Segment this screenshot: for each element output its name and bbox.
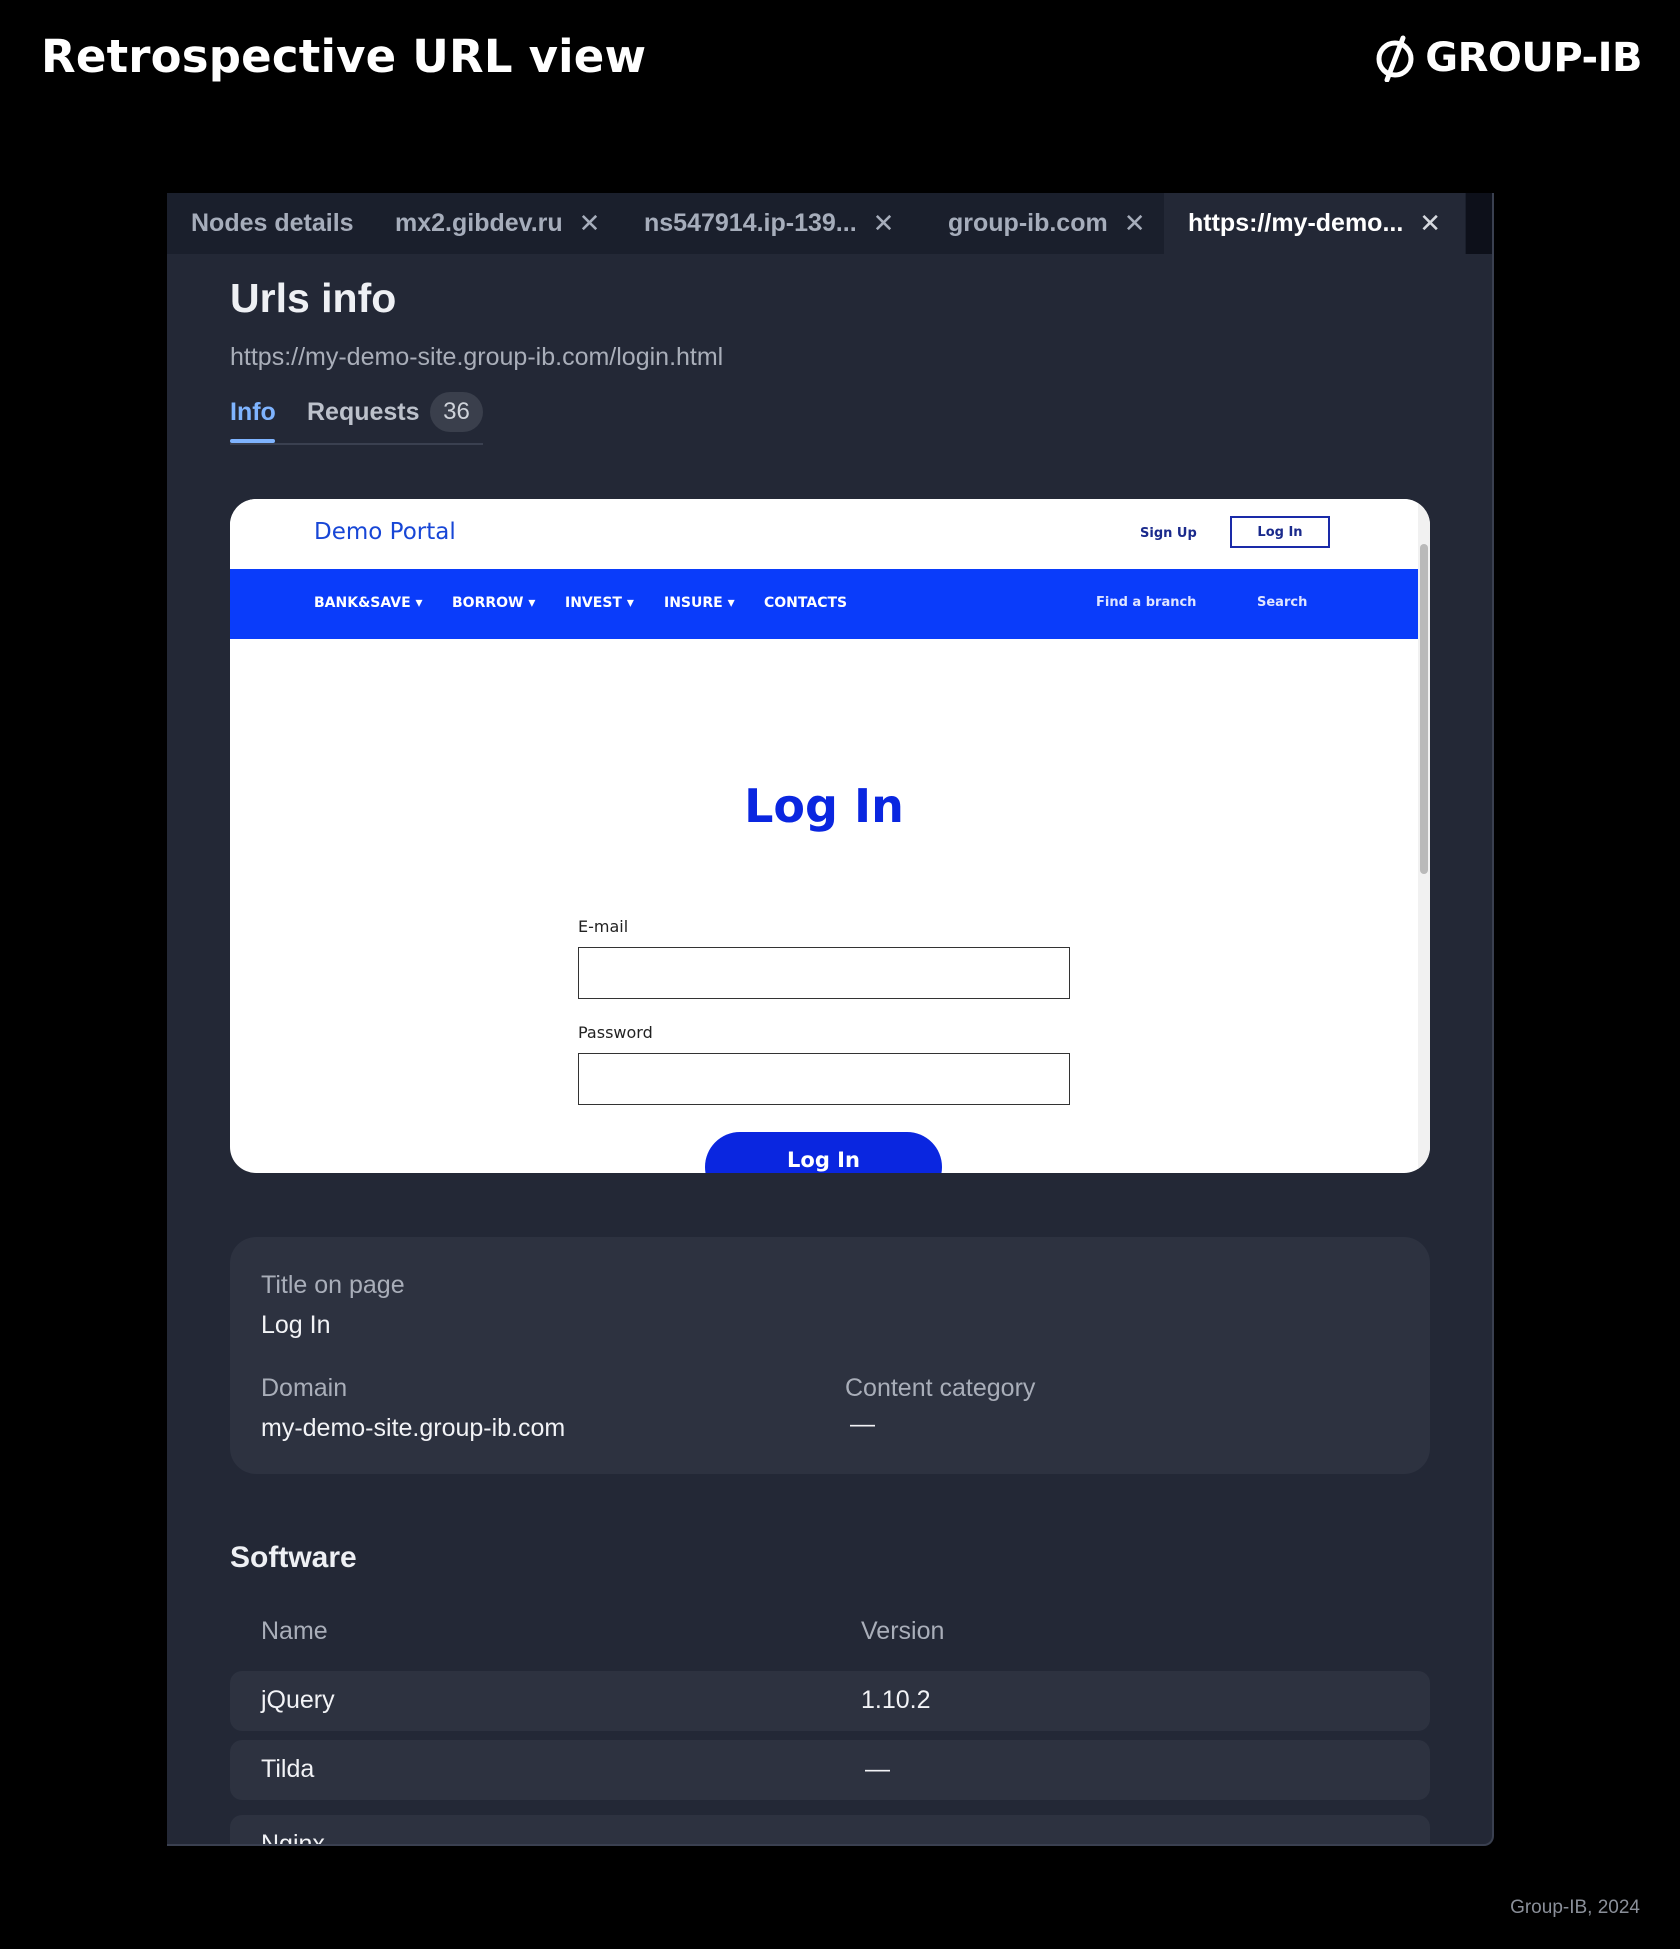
preview-nav-bar: BANK&SAVE ▾ BORROW ▾ INVEST ▾ INSURE ▾ C… <box>230 569 1418 639</box>
table-row[interactable]: jQuery 1.10.2 <box>230 1671 1430 1731</box>
preview-email-label: E-mail <box>578 917 629 936</box>
close-icon[interactable]: ✕ <box>873 208 895 239</box>
urls-info-title: Urls info <box>230 275 397 321</box>
footer-credit: Group-IB, 2024 <box>1510 1897 1640 1918</box>
preview-heading: Log In <box>744 779 904 833</box>
url-text: https://my-demo-site.group-ib.com/login.… <box>230 343 724 371</box>
brand-logo: GROUP-IB <box>1373 34 1642 82</box>
content-category-value: — <box>850 1410 875 1438</box>
preview-nav-item: INSURE ▾ <box>664 595 735 611</box>
tabbar-edge <box>1466 193 1492 254</box>
preview-scroll-thumb <box>1420 544 1428 874</box>
preview-login-button: Log In <box>1230 516 1330 548</box>
close-icon[interactable]: ✕ <box>579 208 601 239</box>
tab-bar: Nodes details mx2.gibdev.ru ✕ ns547914.i… <box>167 193 1492 254</box>
title-on-page-label: Title on page <box>261 1271 405 1299</box>
close-icon[interactable]: ✕ <box>1419 208 1441 239</box>
domain-label: Domain <box>261 1374 348 1402</box>
preview-brand: Demo Portal <box>314 519 456 545</box>
tab-mx2-gibdev[interactable]: mx2.gibdev.ru ✕ <box>395 193 600 254</box>
column-header-name: Name <box>261 1617 328 1645</box>
preview-nav-item: INVEST ▾ <box>565 595 634 611</box>
table-row[interactable]: Nginx <box>230 1815 1430 1846</box>
tab-nodes-details[interactable]: Nodes details <box>191 193 354 254</box>
tab-label: mx2.gibdev.ru <box>395 209 563 237</box>
url-info-card: Title on page Log In Domain my-demo-site… <box>230 1237 1430 1474</box>
preview-find-branch: Find a branch <box>1096 595 1197 610</box>
preview-nav-item: BANK&SAVE ▾ <box>314 595 423 611</box>
software-title: Software <box>230 1541 357 1574</box>
tab-label: https://my-demo... <box>1188 209 1404 237</box>
page-screenshot-preview: Demo Portal Sign Up Log In BANK&SAVE ▾ B… <box>230 499 1430 1173</box>
active-tab-indicator <box>230 439 275 443</box>
preview-nav-item: BORROW ▾ <box>452 595 536 611</box>
requests-count-badge: 36 <box>430 392 483 432</box>
page-title: Retrospective URL view <box>41 30 647 83</box>
tab-info[interactable]: Info <box>230 398 276 427</box>
tab-label: ns547914.ip-139... <box>644 209 857 237</box>
column-header-version: Version <box>861 1617 945 1645</box>
tab-group-ib[interactable]: group-ib.com ✕ <box>948 193 1146 254</box>
domain-value[interactable]: my-demo-site.group-ib.com <box>261 1414 565 1443</box>
subtabs: Info Requests 36 <box>230 392 483 445</box>
preview-nav-item: CONTACTS <box>764 595 848 611</box>
close-icon[interactable]: ✕ <box>1124 208 1146 239</box>
preview-signup-link: Sign Up <box>1140 526 1197 541</box>
title-on-page-value: Log In <box>261 1311 331 1339</box>
software-version: 1.10.2 <box>861 1686 931 1714</box>
preview-password-field <box>578 1053 1070 1105</box>
software-version: — <box>865 1755 890 1783</box>
tab-ns547914[interactable]: ns547914.ip-139... ✕ <box>644 193 894 254</box>
software-name: jQuery <box>261 1686 335 1714</box>
preview-submit-button: Log In <box>705 1132 942 1173</box>
preview-search: Search <box>1257 595 1308 610</box>
tab-requests[interactable]: Requests <box>307 398 420 427</box>
content-category-label: Content category <box>845 1374 1036 1402</box>
table-row[interactable]: Tilda — <box>230 1740 1430 1800</box>
preview-email-field <box>578 947 1070 999</box>
brand-name: GROUP-IB <box>1425 35 1642 81</box>
preview-scrollbar <box>1418 499 1430 1173</box>
software-name: Nginx <box>261 1830 325 1846</box>
group-ib-logo-icon <box>1376 35 1414 82</box>
url-view-panel: Nodes details mx2.gibdev.ru ✕ ns547914.i… <box>167 193 1494 1846</box>
tab-my-demo[interactable]: https://my-demo... ✕ <box>1164 193 1466 254</box>
tab-label: group-ib.com <box>948 209 1108 237</box>
preview-password-label: Password <box>578 1023 653 1042</box>
software-name: Tilda <box>261 1755 315 1783</box>
preview-header: Demo Portal Sign Up Log In <box>230 499 1418 569</box>
tab-label: Nodes details <box>191 209 354 237</box>
